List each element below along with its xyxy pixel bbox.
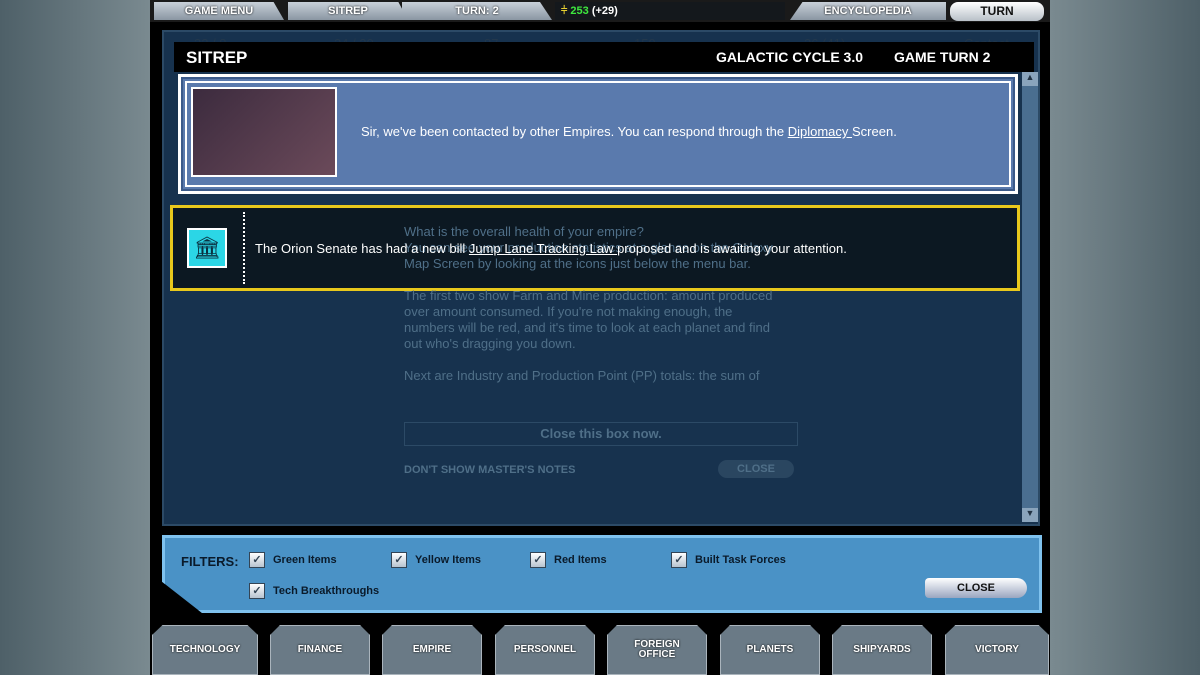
checkbox-checked-icon[interactable]: ✓ (671, 552, 687, 568)
background-left (0, 0, 150, 675)
galactic-cycle: GALACTIC CYCLE 3.0 (716, 49, 864, 65)
tab-victory[interactable]: VICTORY (945, 625, 1049, 675)
scrollbar[interactable]: ▲ ▼ (1022, 72, 1038, 522)
turn-indicator: TURN: 2 (402, 2, 552, 20)
scroll-down-arrow-icon[interactable]: ▼ (1022, 508, 1038, 522)
encyclopedia-button[interactable]: ENCYCLOPEDIA (790, 2, 946, 20)
page-title: SITREP (186, 48, 248, 67)
tab-technology[interactable]: TECHNOLOGY (152, 625, 258, 675)
filters-label: FILTERS: (181, 554, 239, 569)
diplomacy-link[interactable]: Diplomacy (788, 124, 852, 139)
filter-green-items[interactable]: ✓ Green Items (249, 552, 337, 568)
notes-paragraph: What is the overall health of your empir… (404, 224, 644, 239)
notes-close-button[interactable]: CLOSE (718, 460, 794, 478)
notes-paragraph: The first two show Farm and Mine product… (404, 288, 773, 351)
bottom-tabs: TECHNOLOGY FINANCE EMPIRE PERSONNEL FORE… (150, 625, 1050, 675)
filter-tech-breakthroughs[interactable]: ✓ Tech Breakthroughs (249, 583, 379, 599)
filter-yellow-items[interactable]: ✓ Yellow Items (391, 552, 481, 568)
sitrep-panel: 32 / 8 24 / 20 87 159 26 (41) Contact SI… (162, 30, 1040, 526)
resource-readout: ⫩ 253 (+29) (555, 2, 785, 20)
bill-link[interactable]: Jump Lane Tracking Law (469, 241, 617, 256)
sitrep-item-text: The Orion Senate has had a new bill Jump… (255, 241, 847, 256)
resource-delta: (+29) (591, 5, 618, 17)
senate-building-icon: 🏛 (187, 228, 227, 268)
game-menu-button[interactable]: GAME MENU (154, 2, 284, 20)
tab-foreign-office[interactable]: FOREIGN OFFICE (607, 625, 707, 675)
tab-planets[interactable]: PLANETS (720, 625, 820, 675)
tab-shipyards[interactable]: SHIPYARDS (832, 625, 932, 675)
end-turn-button[interactable]: TURN (950, 2, 1044, 21)
filter-built-task-forces[interactable]: ✓ Built Task Forces (671, 552, 786, 568)
tab-finance[interactable]: FINANCE (270, 625, 370, 675)
sitrep-button[interactable]: SITREP (288, 2, 408, 20)
scroll-up-arrow-icon[interactable]: ▲ (1022, 72, 1038, 86)
filter-red-items[interactable]: ✓ Red Items (530, 552, 607, 568)
notes-paragraph: Next are Industry and Production Point (… (404, 368, 760, 383)
tab-empire[interactable]: EMPIRE (382, 625, 482, 675)
sitrep-header: SITREP GALACTIC CYCLE 3.0 GAME TURN 2 (174, 42, 1034, 72)
top-menu-bar: GAME MENU SITREP TURN: 2 ⫩ 253 (+29) ENC… (150, 0, 1050, 22)
background-right (1050, 0, 1200, 675)
letters-image (191, 87, 337, 177)
game-turn: GAME TURN 2 (894, 49, 991, 65)
game-window: GAME MENU SITREP TURN: 2 ⫩ 253 (+29) ENC… (150, 0, 1050, 675)
resource-value: 253 (570, 5, 589, 17)
checkbox-checked-icon[interactable]: ✓ (530, 552, 546, 568)
filters-panel: FILTERS: ✓ Green Items ✓ Yellow Items ✓ Red… (162, 535, 1042, 613)
dont-show-notes-checkbox[interactable]: DON'T SHOW MASTER'S NOTES (404, 462, 575, 478)
tab-personnel[interactable]: PERSONNEL (495, 625, 595, 675)
resource-icon: ⫩ (561, 5, 568, 17)
checkbox-checked-icon[interactable]: ✓ (249, 552, 265, 568)
sitrep-item-text: Sir, we've been contacted by other Empir… (361, 124, 897, 139)
sitrep-item-diplomacy[interactable]: Sir, we've been contacted by other Empir… (178, 74, 1018, 194)
checkbox-checked-icon[interactable]: ✓ (391, 552, 407, 568)
close-box-link[interactable]: Close this box now. (404, 422, 798, 446)
close-button[interactable]: CLOSE (925, 578, 1027, 598)
masters-notes-dialog-dimmed: What is the overall health of your empir… (392, 192, 798, 492)
checkbox-checked-icon[interactable]: ✓ (249, 583, 265, 599)
divider (243, 212, 245, 284)
